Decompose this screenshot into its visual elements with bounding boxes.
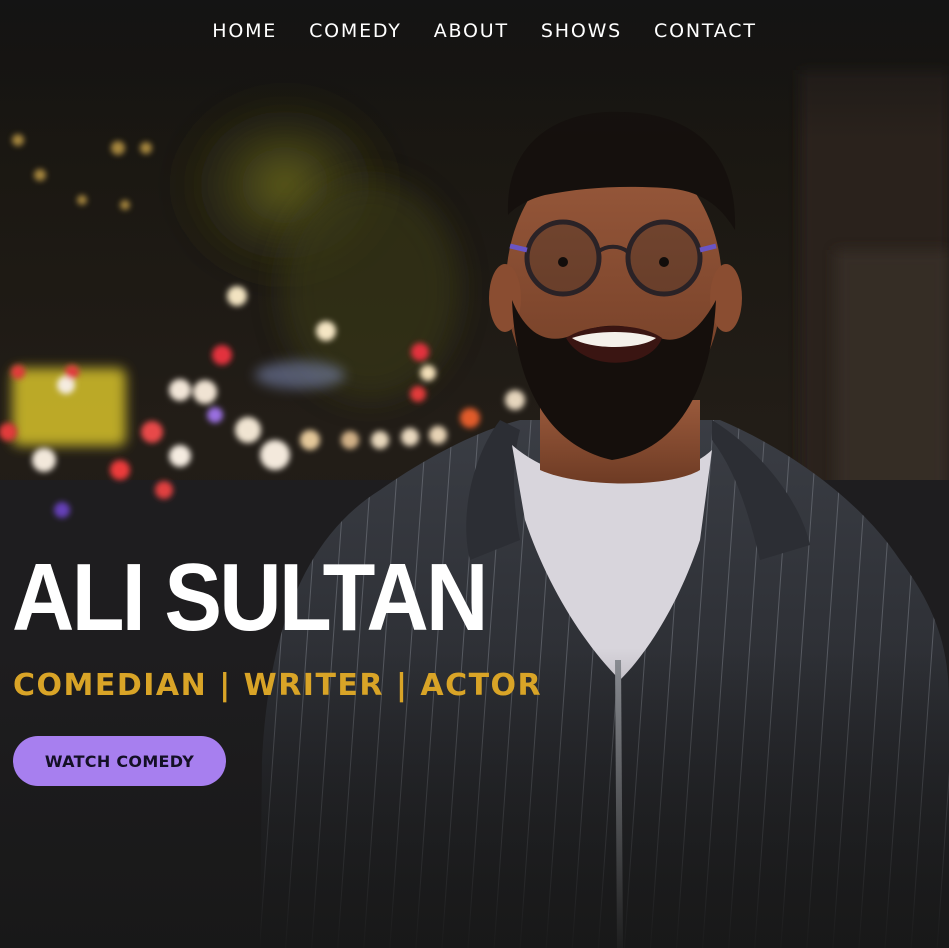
watch-comedy-button[interactable]: WATCH COMEDY: [13, 736, 226, 786]
nav-link-comedy[interactable]: COMEDY: [309, 20, 402, 42]
hero-tagline: COMEDIAN | WRITER | ACTOR: [13, 668, 543, 703]
hero-background-photo: [0, 0, 949, 948]
nav-link-about[interactable]: ABOUT: [434, 20, 509, 42]
hero-name-heading: ALI SULTAN: [12, 544, 488, 651]
hero-section: HOME COMEDY ABOUT SHOWS CONTACT ALI SULT…: [0, 0, 949, 948]
nav-link-home[interactable]: HOME: [212, 20, 277, 42]
nav-link-contact[interactable]: CONTACT: [654, 20, 757, 42]
main-nav: HOME COMEDY ABOUT SHOWS CONTACT: [0, 0, 949, 62]
nav-link-shows[interactable]: SHOWS: [541, 20, 622, 42]
street-night-photo: [0, 0, 949, 948]
